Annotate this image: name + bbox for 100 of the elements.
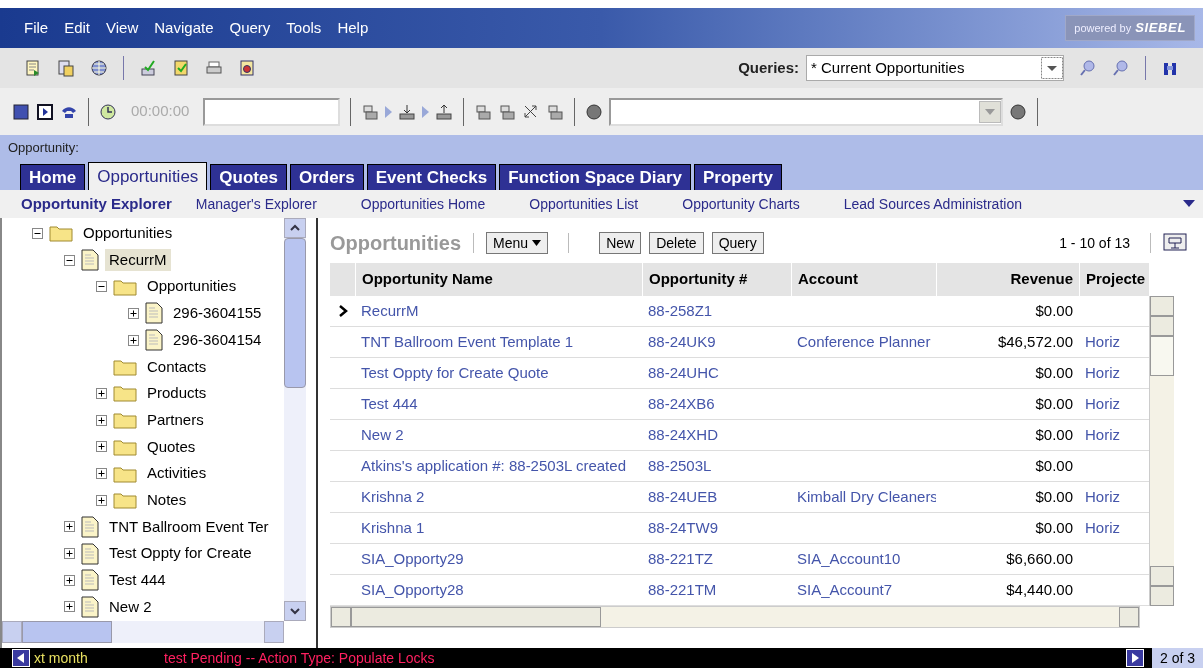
clock-icon[interactable] [99,102,117,121]
table-cell[interactable]: 88-221TZ [648,547,714,571]
expand-icon[interactable] [128,307,139,319]
vertical-scrollbar[interactable] [284,218,306,621]
tab[interactable]: Event Checks [366,164,497,190]
scroll-up-icon[interactable] [290,224,300,232]
tab[interactable]: Opportunities [88,162,208,190]
table-cell[interactable]: Atkins's application #: 88-2503L created [361,454,626,478]
expand-icon[interactable] [128,334,139,346]
command-field[interactable] [609,97,1004,126]
tab[interactable]: Property [694,164,782,190]
table-cell[interactable]: 88-24TW9 [648,516,719,540]
list-button[interactable]: New [599,232,642,254]
subnav-link[interactable]: Manager's Explorer [195,193,317,215]
list-button[interactable]: Query [711,232,764,254]
tree-item[interactable]: Contacts [143,355,211,379]
table-cell[interactable]: SIA_Opporty29 [361,547,464,571]
table-cell[interactable]: SIA_Opporty28 [361,578,464,602]
collapse-icon[interactable] [96,281,107,293]
menu-item[interactable]: Help [337,16,369,40]
circle-icon[interactable] [1009,102,1028,121]
list-button[interactable]: Delete [649,232,704,254]
expand-icon[interactable] [96,468,107,480]
checkmark-icon[interactable] [139,59,157,77]
table-cell[interactable]: 88-2503L [648,454,712,478]
list-button[interactable]: Menu [486,232,549,254]
list-view-icon[interactable] [1163,233,1187,253]
document-icon[interactable] [24,59,42,77]
expand-icon[interactable] [64,521,75,533]
table-cell[interactable]: Test 444 [361,392,418,416]
collapse-icon[interactable] [32,227,43,239]
table-cell[interactable]: Krishna 2 [361,485,425,509]
expand-icon[interactable] [96,387,107,399]
column-header[interactable]: Opportunity Name [355,263,642,296]
right-arrow-icon[interactable] [1130,653,1139,663]
table-cell[interactable]: Test Oppty for Create Quote [361,361,549,385]
table-cell[interactable]: TNT Ballroom Event Template 1 [361,330,574,354]
expand-icon[interactable] [64,548,75,560]
column-header[interactable]: Projecte [1079,263,1149,296]
table-cell[interactable]: Conference Planner [797,330,931,354]
expand-icon[interactable] [96,494,107,506]
stop-icon[interactable] [12,102,30,121]
collapse-icon[interactable] [64,254,75,266]
tree-item[interactable]: 296-3604154 [169,328,266,352]
menu-item[interactable]: Query [229,16,271,40]
table-cell[interactable]: 88-221TM [648,578,717,602]
tree-item[interactable]: Opportunities [143,275,241,298]
scroll-down-icon[interactable] [290,607,300,615]
play-icon[interactable] [36,102,54,121]
tree-item[interactable]: Partners [143,408,208,432]
table-cell[interactable]: 88-24XHD [648,423,719,447]
search-icon[interactable] [1079,59,1097,77]
expand-icon[interactable] [96,441,107,453]
tree-item[interactable]: Notes [143,488,191,512]
save-icon[interactable] [57,59,75,77]
table-cell[interactable]: RecurrM [361,299,419,323]
caret-icon[interactable] [1183,200,1195,208]
subnav-link[interactable]: Opportunities List [529,193,639,215]
subnav-link[interactable]: Opportunities Home [360,193,486,215]
upload-icon[interactable] [435,102,454,121]
tree-item[interactable]: RecurrM [105,248,171,272]
tree-item[interactable]: Activities [143,462,211,485]
menu-item[interactable]: Edit [64,16,91,40]
column-header[interactable]: Revenue [936,263,1079,296]
table-cell[interactable]: New 2 [361,423,404,447]
menu-item[interactable]: Tools [286,16,322,40]
report-icon[interactable] [238,59,256,77]
table-cell[interactable]: 88-24UHC [648,361,719,385]
previous-button[interactable] [12,649,30,667]
menu-item[interactable]: File [24,16,49,40]
tree-item[interactable]: Opportunities [79,222,177,245]
tray-icon[interactable] [474,102,493,121]
clipboard-icon[interactable] [172,59,190,77]
table-cell[interactable]: SIA_Account7 [797,578,893,602]
circle-icon[interactable] [585,102,604,121]
vertical-scrollbar[interactable] [1149,296,1174,606]
expand-icon[interactable] [96,414,107,426]
tree-item[interactable]: Quotes [143,435,200,459]
column-header[interactable]: Opportunity # [642,263,791,296]
horizontal-scrollbar[interactable] [2,621,284,643]
tree-item[interactable]: Test 444 [105,569,170,592]
next-button[interactable] [1125,649,1144,667]
menu-item[interactable]: View [106,16,139,40]
table-cell[interactable]: 88-24UEB [648,485,718,509]
subnav-link[interactable]: Opportunity Explorer [21,192,172,216]
tree-item[interactable]: 296-3604155 [169,302,266,325]
tree-item[interactable]: Products [143,382,211,405]
column-header[interactable]: Account [791,263,936,296]
tray-icon[interactable] [498,102,517,121]
expand-icon[interactable] [64,601,75,613]
printer-icon[interactable] [205,59,223,77]
subnav-link[interactable]: Lead Sources Administration [843,193,1022,215]
tree-item[interactable]: Test Oppty for Create [105,542,256,565]
table-cell[interactable]: 88-24XB6 [648,392,715,416]
menu-item[interactable]: Navigate [154,16,214,40]
tray-icon[interactable] [546,102,565,121]
queries-dropdown[interactable]: * Current Opportunities [806,55,1064,81]
tab[interactable]: Home [20,164,86,190]
left-arrow-icon[interactable] [17,653,25,663]
search-icon[interactable] [1112,59,1130,77]
